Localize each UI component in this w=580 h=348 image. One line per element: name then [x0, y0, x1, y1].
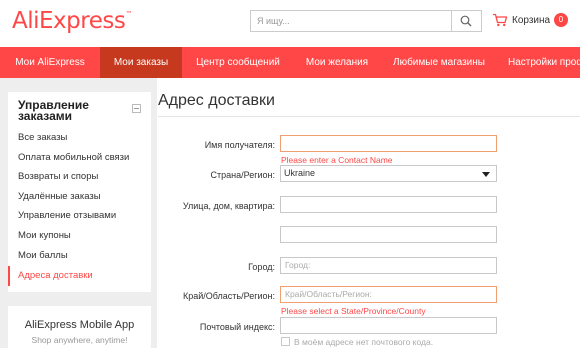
search-button[interactable] [451, 11, 481, 31]
main-nav: Мои AliExpress Мои заказы Центр сообщени… [0, 47, 580, 78]
tab-profile-settings[interactable]: Настройки проф [508, 47, 580, 78]
street-label: Улица, дом, квартира: [182, 201, 275, 211]
contact-name-label: Имя получателя: [204, 140, 275, 150]
no-zip-checkbox[interactable] [281, 337, 290, 346]
chevron-down-icon [482, 172, 490, 177]
title-divider [158, 116, 580, 117]
tab-wish-list[interactable]: Мои желания [294, 47, 380, 78]
sidebar-item-feedback[interactable]: Управление отзывами [8, 206, 151, 226]
promo-subtitle: Shop anywhere, anytime! [31, 335, 128, 345]
sidebar-item-deleted-orders[interactable]: Удалённые заказы [8, 187, 151, 207]
collapse-icon[interactable] [132, 104, 141, 113]
sidebar-item-shipping-address[interactable]: Адреса доставки [8, 266, 151, 286]
mobile-app-promo[interactable]: AliExpress Mobile App Shop anywhere, any… [8, 306, 151, 348]
city-label: Город: [248, 262, 275, 272]
region-error: Please select a State/Province/County [281, 306, 426, 316]
sidebar-title: Управление заказами [18, 98, 89, 123]
tab-my-aliexpress[interactable]: Мои AliExpress [0, 47, 100, 78]
city-input[interactable]: Город: [280, 257, 497, 274]
sidebar-item-all-orders[interactable]: Все заказы [8, 128, 151, 148]
header: AliExpress™ Я ищу... Корзина 0 [0, 0, 580, 46]
sidebar-item-coupons[interactable]: Мои купоны [8, 226, 151, 246]
logo-text: AliExpress [12, 8, 126, 34]
country-select-value: Ukraine [284, 168, 316, 178]
page-title: Адрес доставки [158, 92, 275, 109]
promo-title: AliExpress Mobile App [24, 319, 135, 331]
zip-input[interactable] [280, 317, 497, 334]
no-zip-checkbox-label: В моём адресе нет почтового кода. [294, 337, 434, 347]
region-label: Край/Область/Регион: [183, 291, 275, 301]
cart-icon [493, 13, 508, 27]
contact-name-input[interactable] [280, 135, 497, 152]
country-select[interactable]: Ukraine [280, 165, 497, 182]
cart-button[interactable]: Корзина 0 [492, 12, 580, 30]
contact-name-error: Please enter a Contact Name [281, 155, 393, 165]
tab-message-center[interactable]: Центр сообщений [182, 47, 294, 78]
cart-label: Корзина [512, 15, 551, 26]
zip-label: Почтовый индекс: [199, 322, 275, 332]
street-line2-input[interactable] [280, 226, 497, 243]
sidebar: Управление заказами Все заказы Оплата мо… [8, 92, 151, 292]
aliexpress-logo[interactable]: AliExpress™ [12, 8, 132, 34]
search-box: Я ищу... [250, 10, 482, 32]
cart-count-badge: 0 [554, 13, 568, 27]
logo-trademark: ™ [125, 10, 132, 18]
search-input[interactable]: Я ищу... [257, 16, 290, 26]
sidebar-item-returns-disputes[interactable]: Возвраты и споры [8, 167, 151, 187]
street-input[interactable] [280, 196, 497, 213]
country-label: Страна/Регион: [210, 170, 275, 180]
sidebar-item-points[interactable]: Мои баллы [8, 246, 151, 266]
search-icon [460, 15, 472, 27]
tab-my-orders[interactable]: Мои заказы [100, 47, 182, 78]
sidebar-item-mobile-payment[interactable]: Оплата мобильной связи [8, 148, 151, 168]
tab-favorite-stores[interactable]: Любимые магазины [380, 47, 498, 78]
region-input[interactable]: Край/Область/Регион: [280, 286, 497, 303]
